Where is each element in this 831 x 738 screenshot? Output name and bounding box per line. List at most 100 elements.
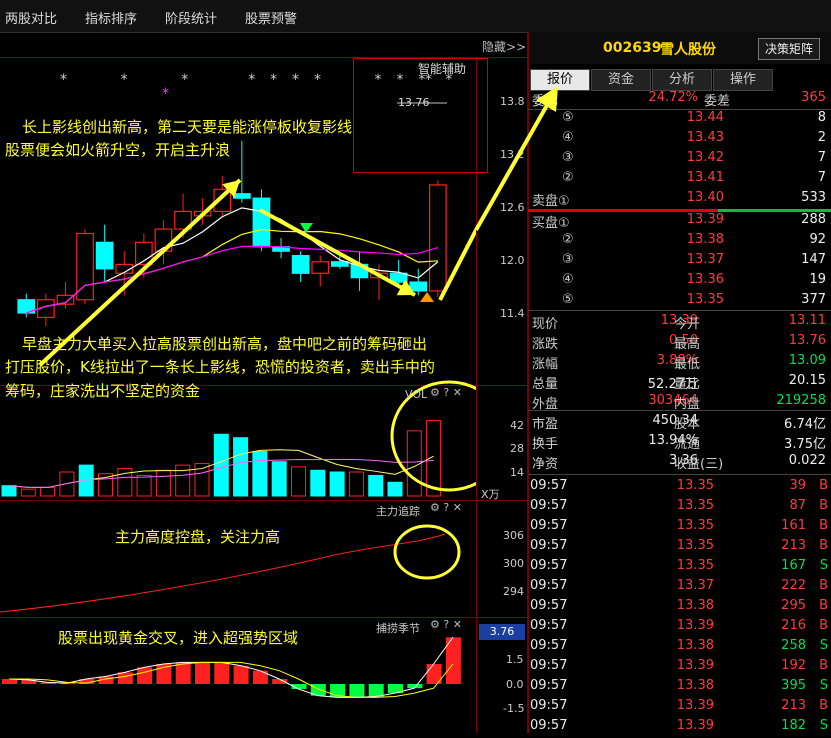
magenta-star: * (162, 86, 169, 102)
high-price-marker: 13.76 (398, 96, 430, 109)
tick-time: 09:57 (530, 678, 568, 693)
stat-label: 流通 (674, 437, 701, 452)
stat-label: 市盈 (532, 417, 559, 432)
tick-volume: 87 (789, 498, 806, 513)
tick-side: B (819, 498, 828, 513)
stat-value: 13.11 (788, 313, 826, 328)
panel-controls[interactable]: ⚙ ? ✕ (430, 386, 462, 399)
season-current-value: 3.76 (479, 624, 525, 640)
stat-value: 3.75亿 (784, 437, 826, 452)
volume-bar (368, 474, 384, 497)
tab-analysis[interactable]: 分析 (652, 69, 712, 91)
annotation-main-force: 早盘主力大单买入拉高股票创出新高，盘中吧之前的筹码砸出 (22, 335, 428, 353)
tick-price: 13.35 (676, 498, 714, 513)
buy-row[interactable]: 买盘① 13.39 288 (528, 212, 831, 232)
order-volume: 19 (809, 272, 826, 287)
order-price: 13.44 (686, 110, 724, 125)
tick-time: 09:57 (530, 718, 568, 733)
tick-price: 13.38 (676, 678, 714, 693)
order-price: 13.37 (686, 252, 724, 267)
sell-signal-marker (420, 292, 434, 302)
tick-price: 13.35 (676, 518, 714, 533)
vol-tick: 14 (510, 466, 524, 479)
tick-price: 13.39 (676, 718, 714, 733)
tick-price: 13.38 (676, 598, 714, 613)
sell-row[interactable]: ④ 13.43 2 (528, 130, 831, 150)
order-volume: 377 (801, 292, 826, 307)
hide-button[interactable]: 隐藏>> (482, 38, 526, 55)
stat-label: 量比 (674, 377, 701, 392)
order-price: 13.35 (686, 292, 724, 307)
order-price: 13.39 (686, 212, 724, 227)
sell-row[interactable]: ② 13.41 7 (528, 170, 831, 190)
sell-row[interactable]: ⑤ 13.44 8 (528, 110, 831, 130)
weicha-value: 365 (801, 90, 826, 105)
order-volume: 288 (801, 212, 826, 227)
buy-row[interactable]: ③ 13.37 147 (528, 252, 831, 272)
tick-time: 09:57 (530, 578, 568, 593)
order-price: 13.36 (686, 272, 724, 287)
tick-volume: 192 (781, 658, 806, 673)
sell-row[interactable]: 卖盘① 13.40 533 (528, 190, 831, 210)
tick-time: 09:57 (530, 698, 568, 713)
tick-row: 09:57 13.35 39 B (528, 478, 831, 498)
stat-value: 20.15 (788, 373, 826, 388)
tick-side: B (819, 658, 828, 673)
volume-bar (329, 471, 345, 497)
buy-row[interactable]: ⑤ 13.35 377 (528, 292, 831, 312)
tick-volume: 182 (781, 718, 806, 733)
stat-row: 外盘 303464 内盘 219258 (528, 393, 831, 413)
stat-value: 6.74亿 (784, 417, 826, 432)
order-volume: 2 (817, 130, 826, 145)
tick-side: B (819, 598, 828, 613)
volume-bar (20, 488, 36, 497)
volume-bar (310, 469, 326, 497)
tick-volume: 222 (781, 578, 806, 593)
stat-value: 13.76 (788, 333, 826, 348)
tick-row: 09:57 13.35 213 B (528, 538, 831, 558)
arrow-to-quote-line (474, 99, 552, 231)
tick-side: B (819, 698, 828, 713)
tick-side: B (819, 518, 828, 533)
buy-row[interactable]: ② 13.38 92 (528, 232, 831, 252)
stat-label: 涨幅 (532, 357, 559, 372)
tick-volume: 167 (781, 558, 806, 573)
tick-price: 13.39 (676, 698, 714, 713)
season-tick: 0.0 (506, 678, 524, 691)
stat-label: 换手 (532, 437, 559, 452)
tick-volume: 213 (781, 538, 806, 553)
sell-row[interactable]: ③ 13.42 7 (528, 150, 831, 170)
tick-side: S (819, 678, 828, 693)
panel-controls[interactable]: ⚙ ? ✕ (430, 501, 462, 514)
price-tick: 11.4 (500, 307, 525, 320)
volume-bar (1, 485, 17, 497)
tick-row: 09:57 13.39 192 B (528, 658, 831, 678)
tick-side: B (819, 538, 828, 553)
season-bar (117, 672, 133, 684)
annotation-upper-shadow-2: 股票便会如火箭升空，开启主升浪 (5, 141, 231, 159)
season-bar (2, 679, 17, 684)
buy-row[interactable]: ④ 13.36 19 (528, 272, 831, 292)
stat-value: 219258 (776, 393, 826, 408)
weibi-row: 委比 24.72% 委差 365 (528, 90, 831, 110)
order-label: ③ (562, 252, 574, 267)
annotation-golden-cross: 股票出现黄金交叉，进入超强势区域 (58, 629, 299, 647)
volume-bar (233, 437, 249, 497)
smart-assist-label: 智能辅助 (418, 62, 467, 76)
candle-body (291, 254, 310, 274)
annotation-main-force-2: 打压股价，K线拉出了一条长上影线，恐慌的投资者，卖出手中的 (5, 358, 435, 376)
order-price: 13.42 (686, 150, 724, 165)
tick-volume: 161 (781, 518, 806, 533)
order-volume: 147 (801, 252, 826, 267)
order-volume: 533 (801, 190, 826, 205)
tab-operate[interactable]: 操作 (713, 69, 773, 91)
stat-label: 股本 (674, 417, 701, 432)
tick-row: 09:57 13.38 395 S (528, 678, 831, 698)
order-label: ④ (562, 272, 574, 287)
price-tick: 12.0 (500, 254, 525, 267)
tick-time: 09:57 (530, 658, 568, 673)
season-bar (349, 684, 365, 698)
decision-matrix-button[interactable]: 决策矩阵 (758, 38, 820, 60)
tab-funds[interactable]: 资金 (591, 69, 651, 91)
panel-controls[interactable]: ⚙ ? ✕ (430, 618, 462, 631)
